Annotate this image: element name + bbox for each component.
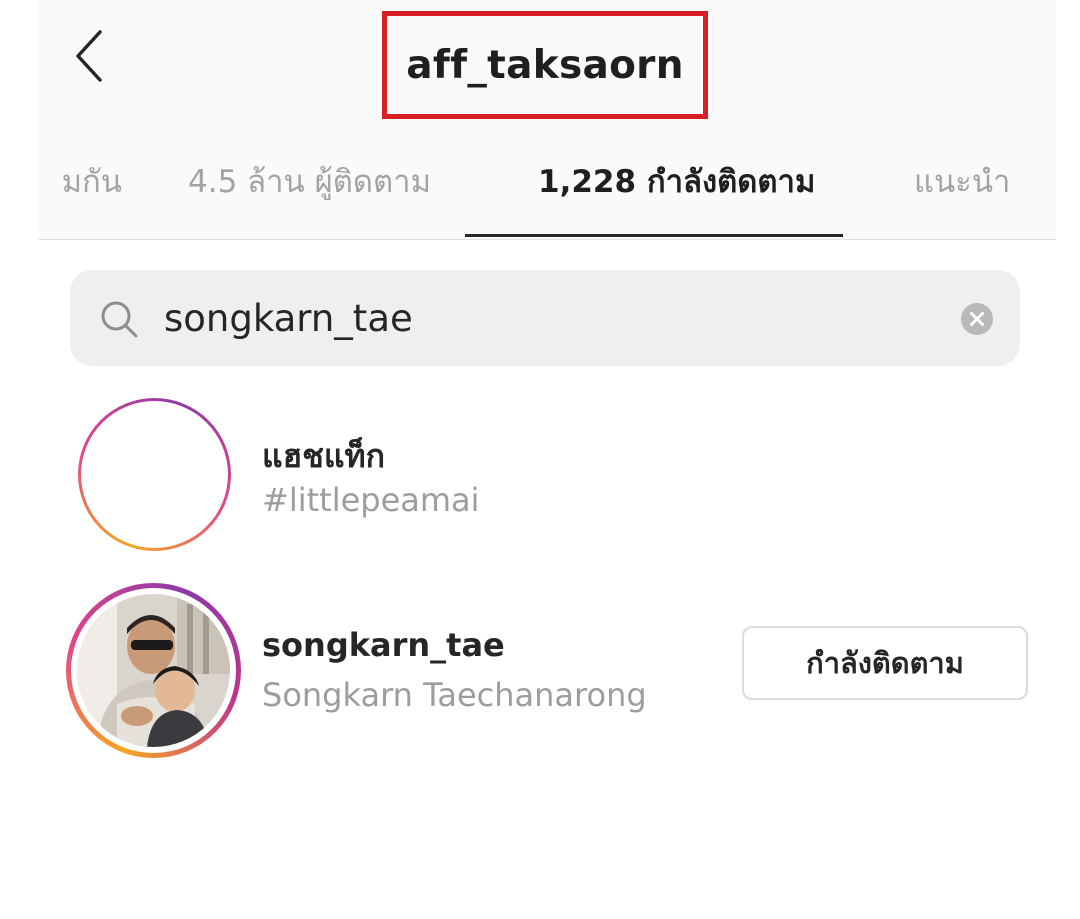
- tab-following[interactable]: 1,228 กำลังติดตาม: [538, 122, 815, 239]
- clear-icon[interactable]: [960, 302, 994, 336]
- search-bar: [70, 270, 1020, 366]
- active-tab-indicator: [465, 234, 843, 237]
- result-username: songkarn_tae: [262, 626, 505, 664]
- avatar[interactable]: [66, 583, 241, 758]
- back-button[interactable]: [70, 26, 110, 86]
- following-list-screen: aff_taksaorn มกัน 4.5 ล้าน ผู้ติดตาม 1,2…: [0, 0, 1080, 919]
- tab-suggested[interactable]: แนะนำ: [914, 122, 1010, 239]
- result-subtitle: #littlepeamai: [262, 481, 480, 519]
- following-button[interactable]: กำลังติดตาม: [742, 626, 1028, 700]
- tab-bar: มกัน 4.5 ล้าน ผู้ติดตาม 1,228 กำลังติดตา…: [38, 122, 1056, 240]
- tab-mutual[interactable]: มกัน: [38, 122, 122, 239]
- profile-photo: [77, 594, 230, 747]
- search-input[interactable]: [164, 270, 924, 366]
- hashtag-avatar: [78, 398, 231, 551]
- result-title: แฮชแท็ก: [262, 437, 385, 475]
- list-item[interactable]: songkarn_tae Songkarn Taechanarong กำลัง…: [0, 578, 1080, 758]
- list-item[interactable]: แฮชแท็ก #littlepeamai: [0, 395, 1080, 555]
- search-icon: [101, 301, 138, 338]
- chevron-left-icon: [76, 30, 102, 82]
- tab-followers[interactable]: 4.5 ล้าน ผู้ติดตาม: [188, 122, 431, 239]
- hashtag-icon: [123, 433, 185, 519]
- title-highlight-box: [382, 11, 708, 119]
- result-fullname: Songkarn Taechanarong: [262, 676, 647, 714]
